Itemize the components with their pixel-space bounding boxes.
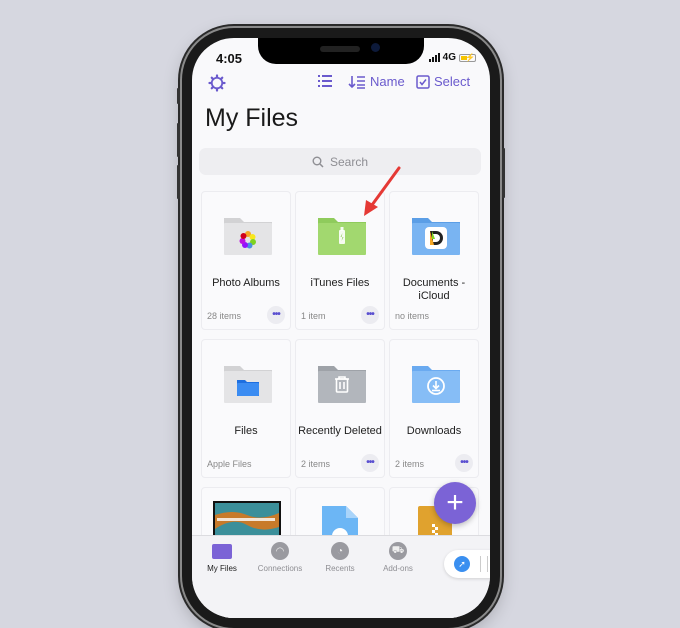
sort-icon (348, 75, 365, 89)
folder-card-photo-albums[interactable]: Photo Albums 28 items ••• (201, 191, 291, 330)
battery-icon: ⚡ (459, 53, 476, 62)
power-button (502, 148, 505, 198)
add-button[interactable]: + (434, 482, 476, 524)
more-button[interactable]: ••• (361, 454, 379, 472)
tab-recents[interactable]: ◔ Recents (312, 542, 368, 573)
browser-pill[interactable]: ➚ (444, 550, 490, 578)
trash-folder-icon (318, 366, 366, 403)
compass-icon: ➚ (454, 556, 470, 572)
network-label: 4G (442, 52, 456, 63)
cart-icon: ⛟ (389, 542, 407, 560)
speaker (320, 46, 360, 52)
folder-card-itunes-files[interactable]: iTunes Files 1 item ••• (295, 191, 385, 330)
folder-name: Photo Albums (212, 277, 280, 289)
tab-label: My Files (207, 564, 237, 573)
volume-up-button (177, 123, 180, 157)
folder-name: Recently Deleted (298, 425, 382, 437)
folder-count: 1 item (301, 311, 326, 321)
settings-button[interactable] (208, 74, 226, 92)
select-button[interactable]: Select (416, 74, 470, 89)
sort-label: Name (370, 74, 405, 89)
signal-icon (428, 53, 440, 62)
sort-button[interactable]: Name (348, 74, 405, 89)
folder-count: 2 items (301, 459, 331, 469)
volume-down-button (177, 165, 180, 199)
status-indicators: 4G ⚡ (428, 52, 476, 63)
clock-icon: ◔ (331, 542, 349, 560)
tab-label: Recents (325, 564, 355, 573)
folder-name: iTunes Files (310, 277, 370, 289)
checkbox-icon (416, 74, 430, 89)
search-input[interactable]: Search (199, 148, 481, 175)
screen: 4:05 4G ⚡ Name Select My Files Search Ph… (192, 38, 490, 618)
more-button[interactable]: ••• (267, 306, 285, 324)
page-title: My Files (205, 104, 299, 132)
notch (258, 38, 424, 64)
select-label: Select (434, 74, 471, 89)
list-icon (318, 75, 332, 87)
folder-card-files[interactable]: Files Apple Files (201, 339, 291, 478)
downloads-folder-icon (412, 366, 460, 403)
phone-frame: 4:05 4G ⚡ Name Select My Files Search Ph… (177, 28, 505, 628)
tab-bar: My Files ◠ Connections ◔ Recents ⛟ Add-o… (192, 535, 490, 618)
tab-connections[interactable]: ◠ Connections (252, 542, 308, 573)
wifi-icon: ◠ (271, 542, 289, 560)
more-button[interactable]: ••• (361, 306, 379, 324)
tab-label: Connections (257, 564, 303, 573)
folder-name: Documents - iCloud (402, 277, 466, 302)
folder-count: Apple Files (207, 459, 252, 469)
gear-icon (208, 74, 226, 92)
mute-switch (177, 88, 180, 104)
folder-count: 28 items (207, 311, 242, 321)
documents-folder-icon (412, 218, 460, 255)
search-placeholder: Search (329, 154, 369, 169)
more-button[interactable]: ••• (455, 454, 473, 472)
photos-folder-icon (224, 218, 272, 255)
folder-card-recently-deleted[interactable]: Recently Deleted 2 items ••• (295, 339, 385, 478)
drag-handle[interactable] (480, 556, 488, 572)
search-icon (312, 156, 324, 168)
folder-count: 2 items (395, 459, 425, 469)
folder-name: Downloads (406, 425, 462, 437)
status-time: 4:05 (216, 51, 243, 66)
tab-my-files[interactable]: My Files (194, 542, 250, 573)
list-view-button[interactable] (318, 75, 332, 87)
tab-label: Add-ons (383, 564, 413, 573)
tab-add-ons[interactable]: ⛟ Add-ons (370, 542, 426, 573)
files-folder-icon (224, 366, 272, 403)
folder-icon (212, 544, 232, 559)
itunes-folder-icon (318, 218, 366, 255)
front-camera (371, 43, 380, 52)
folder-name: Files (234, 425, 258, 437)
folder-card-documents-icloud[interactable]: Documents - iCloud no items (389, 191, 479, 330)
folder-count: no items (395, 311, 430, 321)
folder-card-downloads[interactable]: Downloads 2 items ••• (389, 339, 479, 478)
toolbar: Name Select (192, 74, 490, 96)
